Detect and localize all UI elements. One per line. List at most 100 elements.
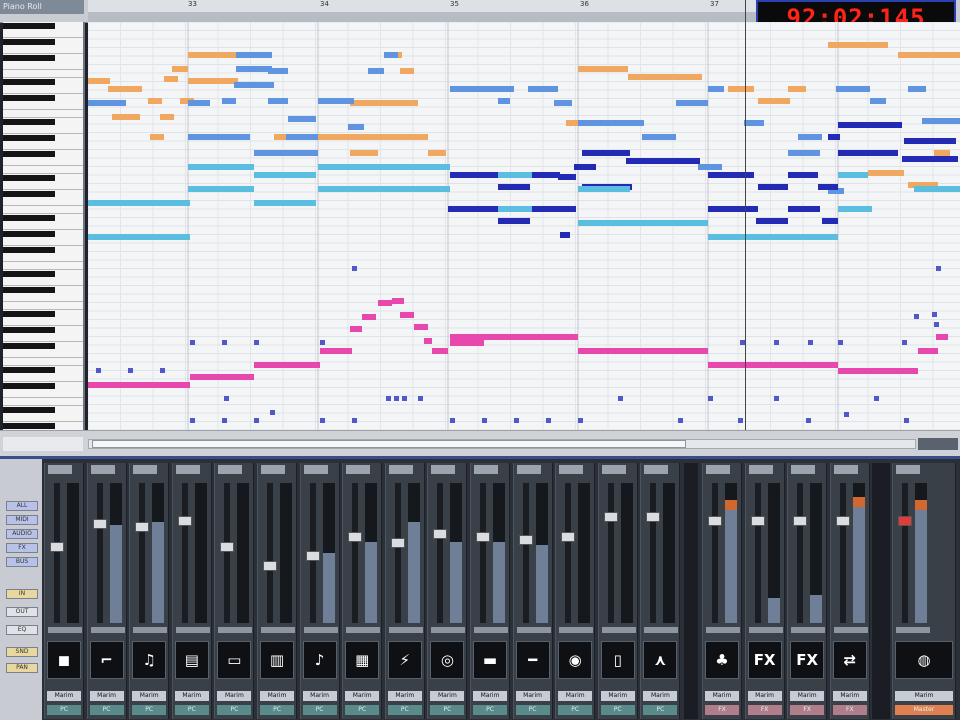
midi-note[interactable]: [788, 86, 806, 92]
midi-note-short[interactable]: [618, 396, 623, 401]
volume-fader[interactable]: [348, 532, 363, 543]
ruler-marker-strip[interactable]: [88, 12, 756, 22]
midi-note-short[interactable]: [222, 418, 227, 423]
midi-note-short[interactable]: [254, 418, 259, 423]
midi-note[interactable]: [708, 206, 758, 212]
midi-note[interactable]: [578, 120, 644, 126]
midi-note[interactable]: [112, 114, 140, 120]
black-key[interactable]: [3, 135, 55, 141]
midi-note[interactable]: [836, 86, 870, 92]
master-speaker-icon[interactable]: ◍: [895, 641, 953, 679]
black-key[interactable]: [3, 95, 55, 101]
midi-note[interactable]: [320, 348, 352, 354]
fx-icon[interactable]: FX: [747, 641, 782, 679]
midi-note[interactable]: [254, 200, 316, 206]
pad-icon[interactable]: ▬: [473, 641, 507, 679]
output-assign[interactable]: Master: [895, 705, 953, 715]
midi-note[interactable]: [450, 334, 578, 340]
midi-note[interactable]: [378, 300, 392, 306]
midi-note[interactable]: [188, 78, 238, 84]
midi-note[interactable]: [318, 186, 450, 192]
scroll-thumb[interactable]: [92, 440, 686, 448]
volume-fader[interactable]: [793, 515, 808, 526]
midi-note[interactable]: [288, 116, 316, 122]
midi-note[interactable]: [432, 348, 448, 354]
midi-note[interactable]: [904, 138, 956, 144]
midi-note-short[interactable]: [402, 396, 407, 401]
midi-note[interactable]: [922, 118, 960, 124]
black-key[interactable]: [3, 39, 55, 45]
midi-note-short[interactable]: [808, 340, 813, 345]
channel-header[interactable]: [431, 465, 456, 474]
midi-note-short[interactable]: [874, 396, 879, 401]
midi-note[interactable]: [236, 52, 272, 58]
midi-note-short[interactable]: [546, 418, 551, 423]
instrument-name[interactable]: Marim: [430, 691, 465, 701]
midi-note[interactable]: [838, 150, 898, 156]
midi-note[interactable]: [698, 164, 722, 170]
instrument-name[interactable]: Marim: [260, 691, 294, 701]
volume-fader[interactable]: [708, 515, 722, 526]
midi-note[interactable]: [362, 314, 376, 320]
volume-fader[interactable]: [476, 532, 490, 543]
keyboard-icon[interactable]: ♫: [132, 641, 167, 679]
output-assign[interactable]: PC: [89, 705, 124, 715]
midi-note[interactable]: [756, 218, 788, 224]
fader-track[interactable]: [267, 483, 273, 623]
instrument-name[interactable]: Marim: [345, 691, 380, 701]
black-key[interactable]: [3, 407, 55, 413]
instrument-name[interactable]: Marim: [89, 691, 124, 701]
channel-header[interactable]: [833, 465, 858, 474]
volume-fader[interactable]: [835, 515, 850, 526]
fader-track[interactable]: [522, 483, 529, 623]
filter-bus-button[interactable]: BUS: [6, 557, 38, 567]
view-eq-button[interactable]: EQ: [6, 625, 38, 635]
midi-note-short[interactable]: [96, 368, 101, 373]
midi-note[interactable]: [150, 134, 164, 140]
midi-note[interactable]: [108, 86, 142, 92]
midi-note[interactable]: [274, 134, 288, 140]
instrument-name[interactable]: Marim: [473, 691, 507, 701]
midi-note[interactable]: [188, 52, 236, 58]
instrument-name[interactable]: Marim: [302, 691, 337, 701]
output-assign[interactable]: FX: [832, 705, 867, 715]
midi-note[interactable]: [528, 172, 560, 178]
view-out-button[interactable]: OUT: [6, 607, 38, 617]
midi-note[interactable]: [148, 98, 162, 104]
output-assign[interactable]: PC: [47, 705, 81, 715]
fader-track[interactable]: [480, 483, 486, 623]
midi-note[interactable]: [172, 66, 188, 72]
midi-note[interactable]: [798, 134, 822, 140]
midi-note[interactable]: [758, 184, 788, 190]
fader-track[interactable]: [181, 483, 188, 623]
filter-fx-button[interactable]: FX: [6, 543, 38, 553]
midi-note[interactable]: [558, 174, 576, 180]
midi-note-short[interactable]: [708, 396, 713, 401]
output-assign[interactable]: FX: [705, 705, 739, 715]
fader-track[interactable]: [712, 483, 718, 623]
midi-note[interactable]: [914, 186, 960, 192]
midi-note-short[interactable]: [394, 396, 399, 401]
midi-note[interactable]: [88, 200, 190, 206]
midi-note[interactable]: [286, 134, 318, 140]
output-assign[interactable]: PC: [174, 705, 209, 715]
strings-icon[interactable]: ⚡: [387, 641, 422, 679]
midi-note[interactable]: [392, 298, 404, 304]
volume-fader[interactable]: [898, 515, 912, 526]
black-key[interactable]: [3, 327, 55, 333]
midi-note[interactable]: [838, 206, 872, 212]
midi-note[interactable]: [788, 172, 818, 178]
midi-note[interactable]: [528, 206, 576, 212]
instrument-name[interactable]: Marim: [47, 691, 81, 701]
channel-header[interactable]: [601, 465, 626, 474]
filter-all-button[interactable]: ALL: [6, 501, 38, 511]
midi-note-short[interactable]: [190, 418, 195, 423]
midi-note[interactable]: [554, 100, 572, 106]
midi-note-short[interactable]: [482, 418, 487, 423]
horn-icon[interactable]: ◎: [430, 641, 465, 679]
midi-note-short[interactable]: [386, 396, 391, 401]
channel-header[interactable]: [133, 465, 158, 474]
midi-note[interactable]: [498, 206, 532, 212]
view-pan-button[interactable]: PAN: [6, 663, 38, 673]
channel-header[interactable]: [644, 465, 669, 474]
